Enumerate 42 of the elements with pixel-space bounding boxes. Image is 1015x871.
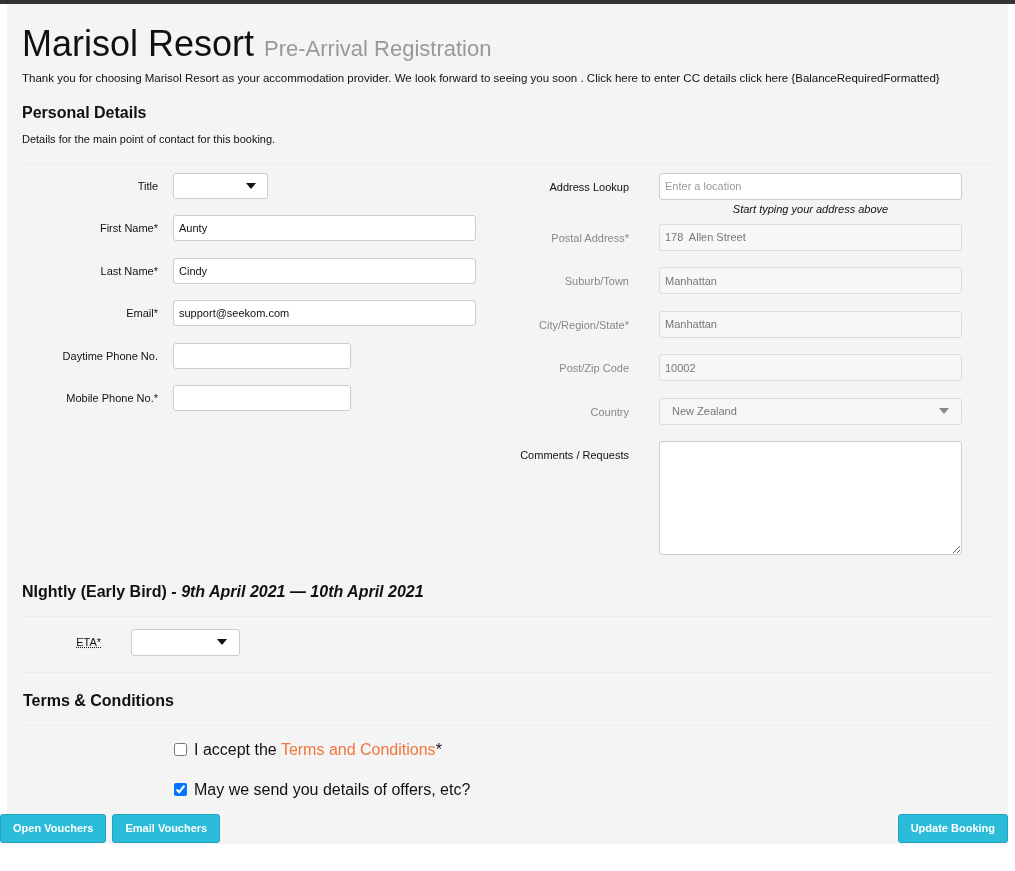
- field-label: Comments / Requests: [519, 448, 630, 464]
- title-select[interactable]: [173, 172, 268, 199]
- booking-heading: NIghtly (Early Bird) - 9th April 2021 — 10th April 2021: [22, 581, 425, 602]
- input-field[interactable]: Aunty: [173, 215, 476, 242]
- field-label: Post/Zip Code: [558, 361, 630, 377]
- field-label: Suburb/Town: [563, 274, 630, 290]
- field-label: Daytime Phone No.: [61, 348, 159, 364]
- hint-text: Start typing your address above: [731, 201, 890, 217]
- checkbox-label: I accept the Terms and Conditions*: [194, 739, 442, 760]
- intro-text: Thank you for choosing Marisol Resort as your accommodation provider. We look forward to seeing you soon . Click here to enter CC details click here {BalanceRequiredFormatted}: [22, 71, 941, 86]
- input-field[interactable]: Enter a location: [659, 172, 962, 200]
- terms-heading: Terms & Conditions: [22, 690, 175, 711]
- checkbox[interactable]: [174, 743, 187, 757]
- action-button[interactable]: Open Vouchers: [0, 813, 107, 843]
- section-heading: Personal Details: [22, 103, 148, 124]
- input-field[interactable]: support@seekom.com: [173, 300, 476, 327]
- field-label: City/Region/State*: [538, 317, 630, 333]
- input-field[interactable]: [173, 385, 351, 412]
- input-field[interactable]: [173, 342, 351, 369]
- field-label: Last Name*: [99, 263, 159, 279]
- action-button[interactable]: Email Vouchers: [112, 813, 221, 843]
- action-button[interactable]: Update Booking: [897, 813, 1008, 843]
- eta-select[interactable]: [131, 628, 240, 656]
- field-label: Address Lookup: [548, 179, 630, 195]
- field-label: Email*: [125, 306, 159, 321]
- caret-icon: [246, 182, 256, 189]
- terms-link[interactable]: Terms and Conditions: [280, 740, 436, 758]
- comments-textarea[interactable]: [659, 441, 962, 556]
- checkbox[interactable]: [174, 783, 187, 797]
- eta-label: ETA*: [75, 635, 102, 650]
- field-label: Postal Address*: [550, 230, 630, 246]
- field-label: Mobile Phone No.*: [65, 391, 159, 406]
- field-label: Title: [136, 178, 159, 194]
- caret-icon: [939, 408, 949, 415]
- input-field[interactable]: Cindy: [173, 257, 476, 284]
- field-label: First Name*: [98, 221, 159, 236]
- page-title: Marisol Resort: [22, 22, 255, 66]
- page-subtitle: Pre-Arrival Registration: [264, 35, 492, 63]
- field-label: Country: [589, 404, 630, 420]
- checkbox-label: May we send you details of offers, etc?: [194, 779, 471, 800]
- caret-icon: [217, 639, 227, 646]
- section-description: Details for the main point of contact for this booking.: [22, 132, 277, 148]
